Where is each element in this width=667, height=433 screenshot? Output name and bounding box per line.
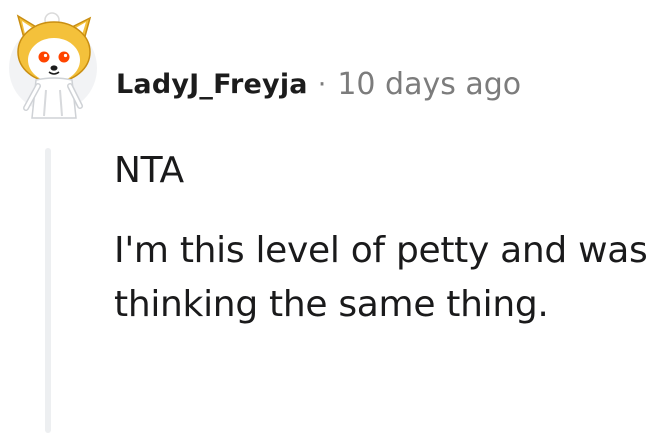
shiba-inu-snoo-avatar-icon <box>9 12 97 119</box>
meta-separator: · <box>317 68 327 100</box>
comment-meta: LadyJ_Freyja · 10 days ago <box>116 64 521 104</box>
comment-body: NTA I'm this level of petty and was thin… <box>114 144 654 332</box>
thread-collapse-line[interactable] <box>45 148 51 433</box>
comment: LadyJ_Freyja · 10 days ago NTA I'm this … <box>0 0 667 433</box>
username-link[interactable]: LadyJ_Freyja <box>116 69 308 100</box>
comment-paragraph: NTA <box>114 150 184 191</box>
comment-timestamp[interactable]: 10 days ago <box>337 67 521 102</box>
avatar[interactable] <box>8 10 98 122</box>
comment-paragraph: I'm this level of petty and was thinking… <box>114 230 648 325</box>
